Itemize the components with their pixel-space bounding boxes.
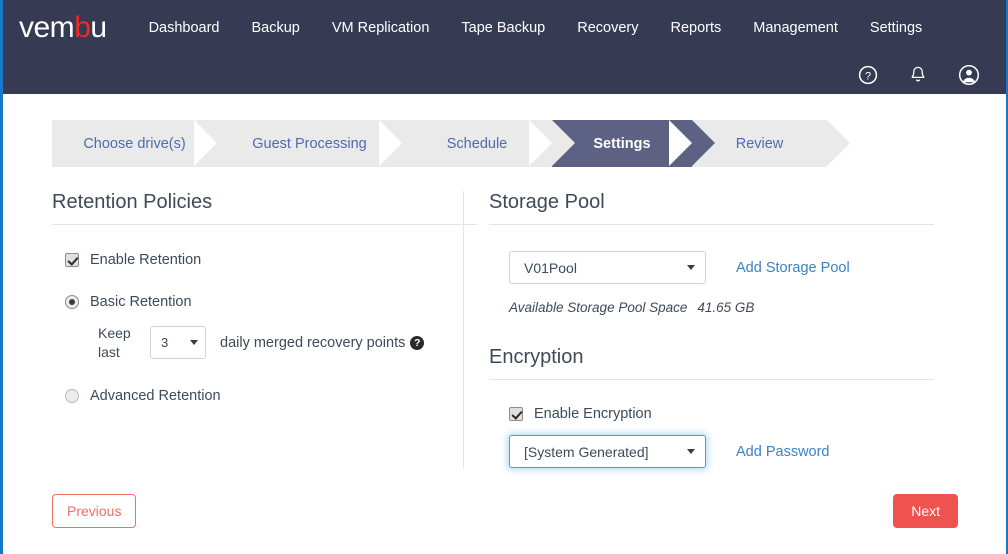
nav-item-vm-replication[interactable]: VM Replication <box>332 20 430 36</box>
user-account-icon[interactable] <box>958 64 980 86</box>
add-password-link[interactable]: Add Password <box>736 444 830 460</box>
nav-item-management[interactable]: Management <box>753 20 838 36</box>
storage-pool-selected-value: V01Pool <box>524 259 577 276</box>
nav-item-tape-backup[interactable]: Tape Backup <box>461 20 545 36</box>
retention-policies-panel: Retention Policies Enable Retention Basi… <box>3 191 477 468</box>
encryption-password-select[interactable]: [System Generated] <box>509 435 706 468</box>
advanced-retention-label: Advanced Retention <box>90 387 221 404</box>
wizard-step-choose-drives[interactable]: Choose drive(s) <box>52 120 240 167</box>
recovery-points-help-icon[interactable]: ? <box>410 335 425 350</box>
keep-last-suffix-text: daily merged recovery points <box>220 334 406 351</box>
available-storage-value: 41.65 GB <box>697 300 755 315</box>
logo-text-highlight: b <box>74 11 91 44</box>
keep-last-select[interactable]: 3 <box>150 326 206 360</box>
keep-last-suffix: daily merged recovery points ? <box>220 334 425 351</box>
nav-secondary-row: ? <box>3 56 1006 94</box>
svg-text:?: ? <box>865 70 871 82</box>
keep-last-value: 3 <box>161 335 169 351</box>
help-icon[interactable]: ? <box>858 65 878 85</box>
available-storage-space: Available Storage Pool Space 41.65 GB <box>509 300 963 315</box>
nav-primary-row: vembu Dashboard Backup VM Replication Ta… <box>3 0 1006 56</box>
storage-pool-title: Storage Pool <box>489 191 605 213</box>
enable-encryption-row[interactable]: Enable Encryption <box>509 406 963 422</box>
available-storage-label: Available Storage Pool Space <box>509 300 688 315</box>
settings-content: Retention Policies Enable Retention Basi… <box>3 191 1006 468</box>
basic-retention-radio[interactable] <box>65 295 79 309</box>
wizard-step-label: Schedule <box>446 135 508 152</box>
wizard-step-label: Review <box>735 135 784 152</box>
wizard-footer: Previous Next <box>3 486 1006 554</box>
retention-divider <box>52 224 477 225</box>
wizard-steps: Choose drive(s) Guest Processing Schedul… <box>52 120 850 167</box>
add-storage-pool-link[interactable]: Add Storage Pool <box>736 260 850 276</box>
previous-button[interactable]: Previous <box>52 494 137 528</box>
nav-item-reports[interactable]: Reports <box>670 20 721 36</box>
encryption-divider <box>489 379 934 380</box>
enable-encryption-checkbox[interactable] <box>509 407 523 421</box>
chevron-down-icon <box>190 340 198 346</box>
encryption-password-row: [System Generated] Add Password <box>509 435 963 468</box>
keep-last-row: Keep last 3 daily merged recovery points… <box>98 324 463 362</box>
wizard-step-label: Settings <box>593 135 651 152</box>
nav-item-settings[interactable]: Settings <box>870 20 922 36</box>
wizard-step-guest-processing[interactable]: Guest Processing <box>194 120 425 167</box>
encryption-section: Encryption <box>489 346 963 380</box>
advanced-retention-radio[interactable] <box>65 388 79 403</box>
enable-retention-row[interactable]: Enable Retention <box>65 252 463 268</box>
enable-retention-label: Enable Retention <box>90 252 202 268</box>
encryption-title: Encryption <box>489 346 584 368</box>
retention-policies-title: Retention Policies <box>52 191 213 213</box>
advanced-retention-row[interactable]: Advanced Retention <box>65 388 463 404</box>
wizard-step-label: Guest Processing <box>252 135 367 152</box>
vembu-logo[interactable]: vembu <box>19 11 107 45</box>
app-window: vembu Dashboard Backup VM Replication Ta… <box>0 0 1008 554</box>
nav-item-recovery[interactable]: Recovery <box>577 20 638 36</box>
top-navigation-bar: vembu Dashboard Backup VM Replication Ta… <box>3 0 1006 94</box>
wizard-step-label: Choose drive(s) <box>83 135 186 152</box>
logo-text-part2: u <box>90 11 107 44</box>
chevron-down-icon <box>687 265 695 270</box>
storage-pool-select[interactable]: V01Pool <box>509 251 706 284</box>
basic-retention-label: Basic Retention <box>90 294 192 310</box>
storage-pool-divider <box>489 224 934 225</box>
keep-last-label: Keep last <box>98 325 131 360</box>
basic-retention-row[interactable]: Basic Retention <box>65 294 463 310</box>
chevron-down-icon <box>687 449 695 454</box>
next-button[interactable]: Next <box>893 494 958 528</box>
storage-pool-row: V01Pool Add Storage Pool <box>509 251 963 284</box>
enable-encryption-label: Enable Encryption <box>534 406 652 422</box>
enable-retention-checkbox[interactable] <box>65 253 79 267</box>
logo-text-part1: vem <box>19 11 75 44</box>
encryption-password-value: [System Generated] <box>524 443 649 460</box>
nav-item-backup[interactable]: Backup <box>252 20 300 36</box>
nav-links: Dashboard Backup VM Replication Tape Bac… <box>149 20 923 36</box>
nav-item-dashboard[interactable]: Dashboard <box>149 20 220 36</box>
storage-encryption-panel: Storage Pool V01Pool Add Storage Pool Av… <box>463 191 963 468</box>
notification-bell-icon[interactable] <box>908 65 928 85</box>
